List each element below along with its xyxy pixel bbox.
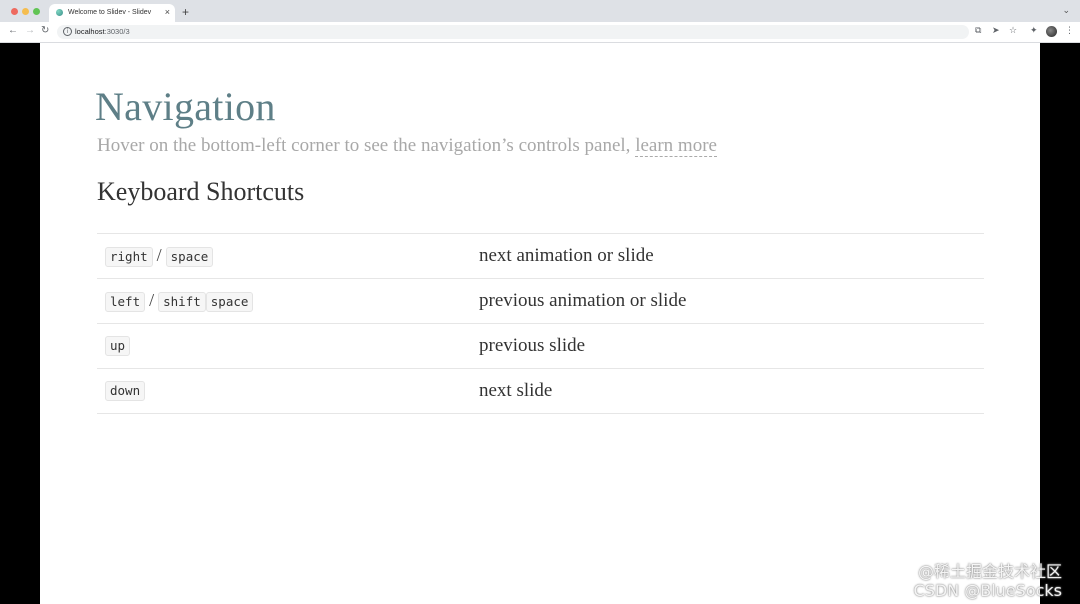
tab-strip: Welcome to Slidev - Slidev × + ⌄	[0, 0, 1080, 22]
watermark-line-2: CSDN @BlueSocks	[913, 581, 1062, 600]
slide-subtitle: Hover on the bottom-left corner to see t…	[97, 135, 717, 157]
shortcut-keys: up	[97, 324, 479, 369]
reload-button[interactable]: ↻	[41, 25, 49, 36]
shortcut-description: next animation or slide	[479, 245, 654, 266]
browser-chrome: Welcome to Slidev - Slidev × + ⌄ ← → ↻ i…	[0, 0, 1080, 43]
url-path: :3030/3	[104, 27, 130, 36]
site-info-icon[interactable]: i	[63, 27, 72, 36]
table-row: up previous slide	[97, 323, 984, 369]
table-row: left / shift space previous animation or sli…	[97, 278, 984, 324]
shortcut-keys: down	[97, 369, 479, 414]
key-cap: down	[105, 381, 146, 401]
tab-close-icon[interactable]: ×	[165, 7, 170, 17]
new-tab-button[interactable]: +	[182, 5, 189, 19]
maximize-window-button[interactable]	[33, 8, 40, 15]
address-bar[interactable]: i localhost:3030/3	[57, 25, 969, 39]
watermark-line-1: @稀土掘金技术社区	[917, 562, 1062, 581]
key-cap: up	[105, 336, 131, 356]
shortcut-description: previous animation or slide	[479, 290, 687, 311]
bookmark-star-icon[interactable]: ☆	[1009, 26, 1017, 36]
learn-more-link[interactable]: learn more	[635, 135, 717, 157]
key-cap: shift	[158, 292, 206, 312]
key-separator: /	[149, 290, 155, 310]
key-separator: /	[156, 245, 162, 265]
tab-search-icon[interactable]: ⌄	[1062, 5, 1070, 16]
shortcut-description: next slide	[479, 380, 553, 401]
back-button[interactable]: ←	[8, 25, 18, 36]
browser-toolbar: ← → ↻ i localhost:3030/3 ⧉ ➤ ☆ ✦ ⋮	[0, 22, 1080, 43]
close-window-button[interactable]	[11, 8, 18, 15]
browser-tab[interactable]: Welcome to Slidev - Slidev ×	[49, 4, 175, 22]
slide-title: Navigation	[95, 84, 276, 129]
profile-avatar[interactable]	[1046, 26, 1057, 37]
slidev-favicon-icon	[56, 9, 63, 16]
table-row: right / space next animation or slide	[97, 233, 984, 279]
url-text: localhost:3030/3	[75, 27, 130, 36]
send-icon[interactable]: ➤	[992, 26, 1000, 36]
tab-title: Welcome to Slidev - Slidev	[68, 9, 152, 16]
section-heading: Keyboard Shortcuts	[97, 177, 305, 206]
minimize-window-button[interactable]	[22, 8, 29, 15]
shortcut-description: previous slide	[479, 335, 586, 356]
key-cap: right	[105, 247, 153, 267]
table-row: down next slide	[97, 368, 984, 414]
key-cap: left	[105, 292, 146, 312]
extensions-puzzle-icon[interactable]: ✦	[1030, 26, 1038, 36]
menu-kebab-icon[interactable]: ⋮	[1065, 26, 1074, 36]
key-cap: space	[205, 292, 254, 312]
watermark: @稀土掘金技术社区 CSDN @BlueSocks	[914, 562, 1062, 600]
translate-icon[interactable]: ⧉	[975, 26, 981, 36]
key-cap: space	[165, 247, 214, 267]
forward-button[interactable]: →	[25, 25, 35, 36]
shortcut-keys: right / space	[97, 234, 479, 279]
url-host: localhost	[75, 27, 105, 36]
subtitle-text: Hover on the bottom-left corner to see t…	[97, 135, 631, 156]
shortcuts-table: right / space next animation or slide left / s…	[97, 233, 984, 414]
slide-canvas: Navigation Hover on the bottom-left corn…	[40, 43, 1040, 604]
shortcut-keys: left / shift space	[97, 279, 479, 324]
